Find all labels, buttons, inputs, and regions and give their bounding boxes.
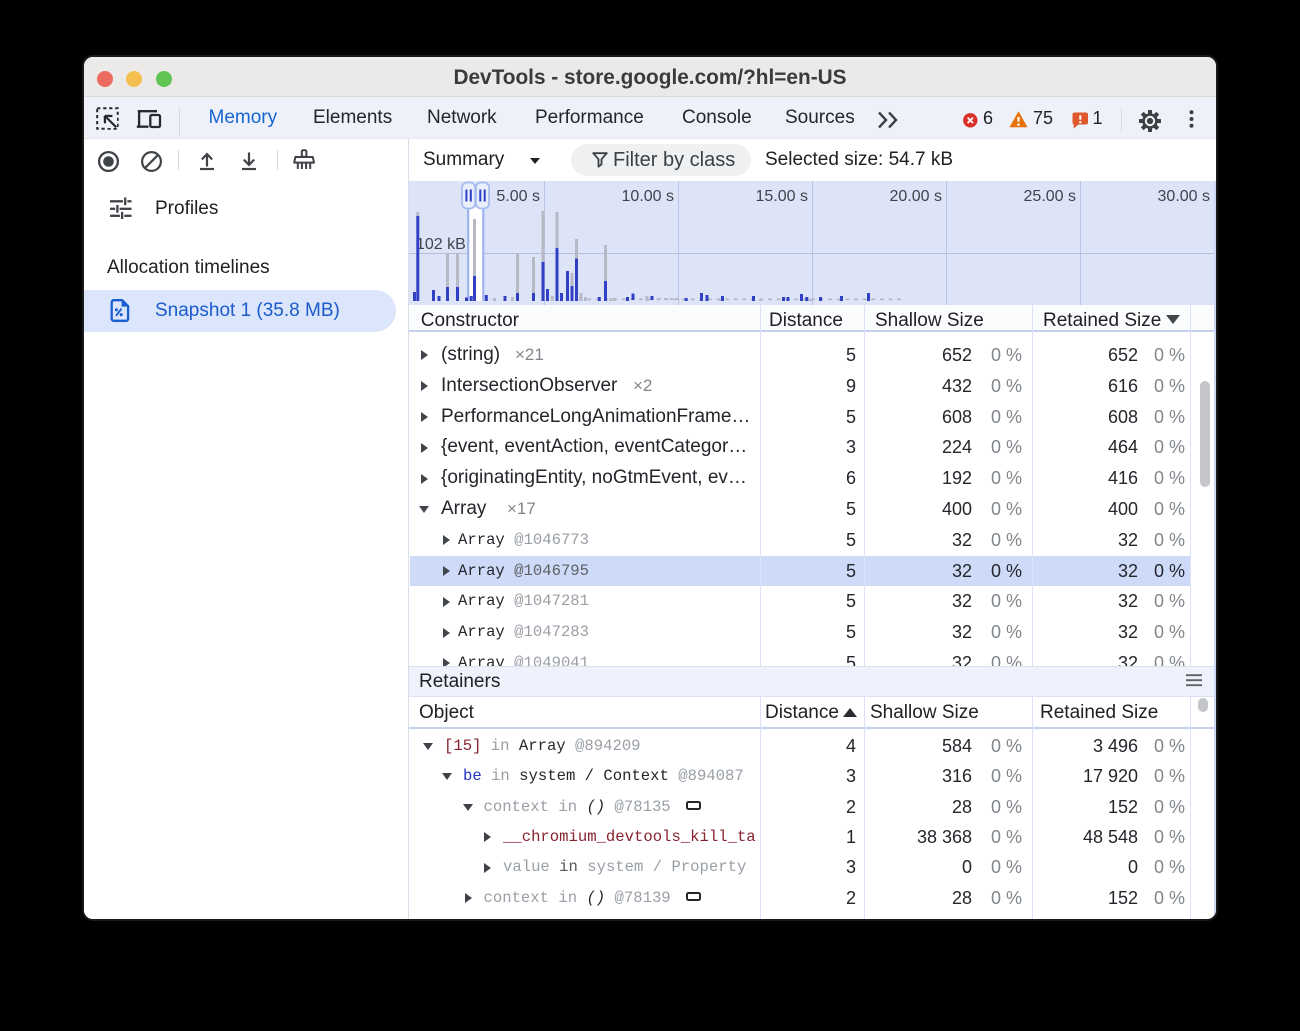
svg-text:25.00 s: 25.00 s [1024, 188, 1076, 205]
svg-text:30.00 s: 30.00 s [1158, 188, 1210, 205]
svg-text:5.00 s: 5.00 s [496, 188, 540, 205]
svg-text:20.00 s: 20.00 s [890, 188, 942, 205]
svg-text:102 kB: 102 kB [416, 236, 466, 253]
svg-text:15.00 s: 15.00 s [756, 188, 808, 205]
svg-text:10.00 s: 10.00 s [622, 188, 674, 205]
